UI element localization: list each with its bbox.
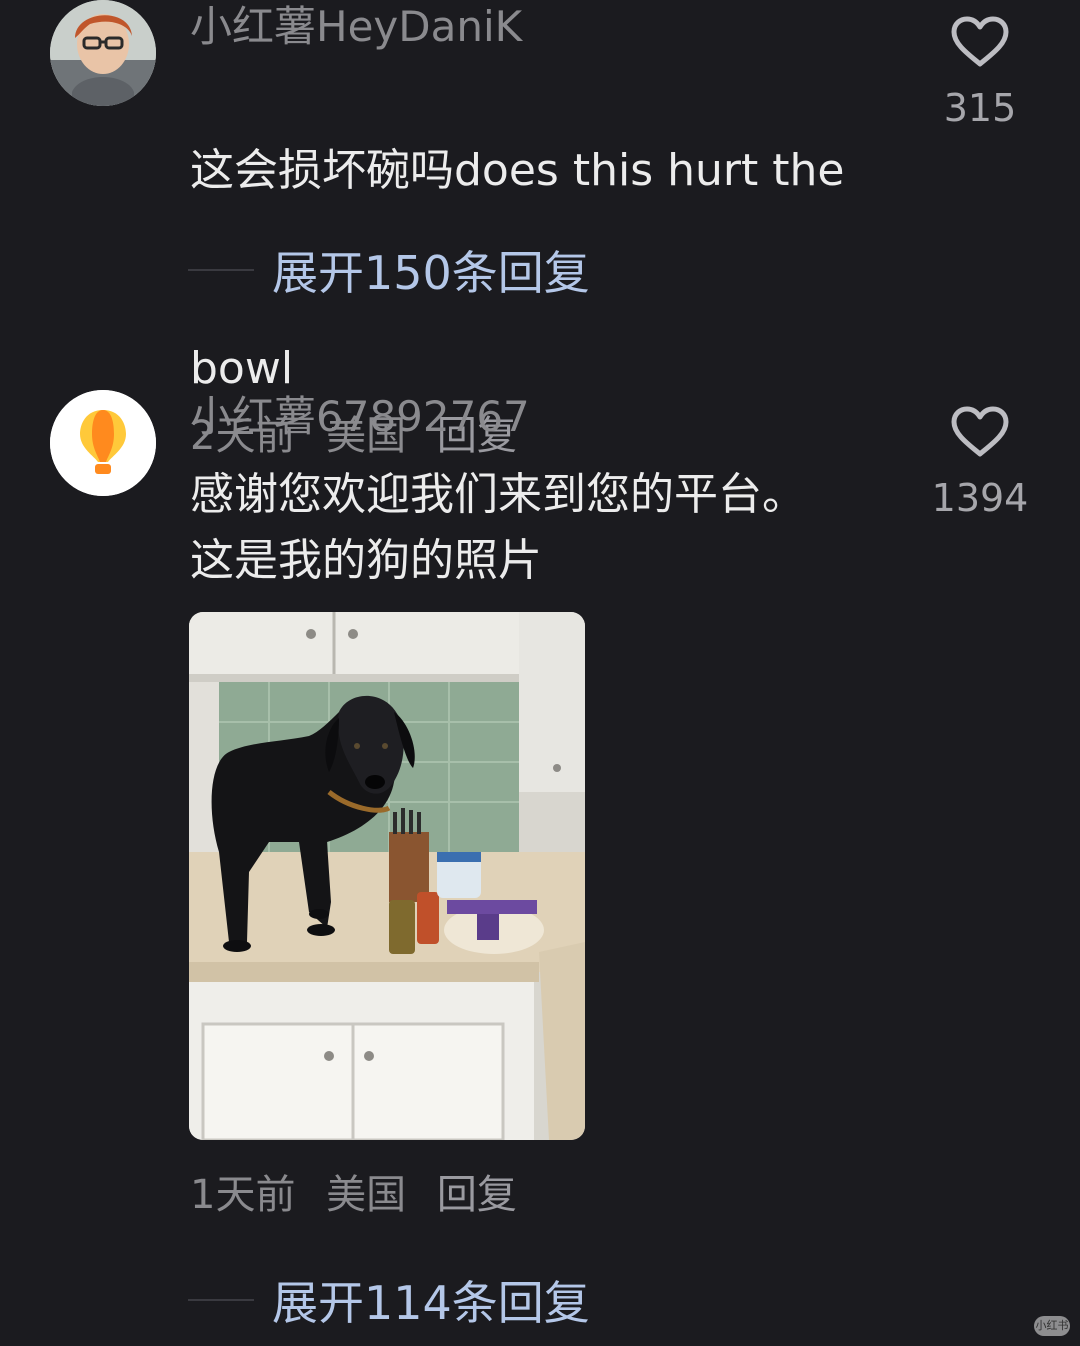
user-avatar[interactable]	[50, 390, 156, 496]
like-count: 1394	[931, 476, 1029, 520]
comment-location: 美国	[326, 1172, 407, 1218]
comment-text[interactable]: 感谢您欢迎我们来到您的平台。 这是我的狗的照片	[190, 462, 806, 594]
user-avatar[interactable]	[50, 0, 156, 106]
app-watermark: 小红书	[1034, 1316, 1070, 1336]
user-photo-avatar-icon	[50, 0, 156, 106]
heart-outline-icon	[951, 406, 1009, 457]
comment-username[interactable]: 小红薯67892767	[190, 396, 530, 438]
like-button[interactable]: 315	[920, 16, 1040, 130]
expand-replies-label: 展开114条回复	[272, 1276, 590, 1330]
like-count: 315	[943, 86, 1017, 130]
hot-air-balloon-avatar-icon	[50, 390, 156, 496]
reply-button[interactable]: 回复	[437, 1172, 517, 1218]
comment-text-line: 这会损坏碗吗does this hurt the	[190, 145, 845, 196]
expand-replies-button[interactable]: 展开114条回复	[188, 1270, 590, 1330]
divider-line	[188, 269, 254, 271]
comment-time: 1天前	[190, 1172, 296, 1218]
comment-username[interactable]: 小红薯HeyDaniK	[190, 6, 522, 48]
like-button[interactable]: 1394	[920, 406, 1040, 520]
heart-outline-icon	[951, 16, 1009, 67]
comment-meta: 1天前 美国 回复	[190, 1170, 535, 1220]
dog-photo-image	[189, 612, 585, 1140]
divider-line	[188, 1299, 254, 1301]
expand-replies-label: 展开150条回复	[272, 246, 590, 300]
comment-photo[interactable]	[189, 612, 585, 1140]
comment-text-cont: bowl	[190, 343, 294, 394]
expand-replies-button[interactable]: 展开150条回复	[188, 240, 590, 300]
